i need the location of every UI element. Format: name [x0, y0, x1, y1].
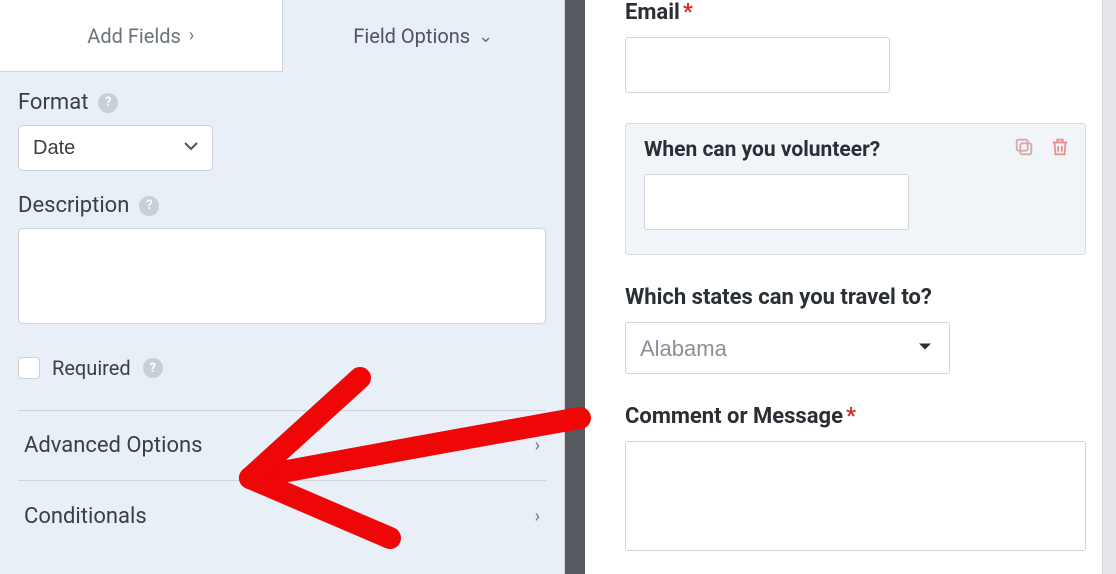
tab-add-fields-label: Add Fields	[87, 24, 181, 48]
email-input[interactable]	[625, 37, 890, 93]
help-icon[interactable]: ?	[98, 93, 118, 113]
description-row: Description ?	[18, 193, 546, 328]
accordion-conditionals[interactable]: Conditionals ›	[18, 481, 546, 551]
accordion-conditionals-label: Conditionals	[24, 504, 147, 529]
preview-email[interactable]: Email*	[625, 0, 1086, 93]
panel-divider	[565, 0, 585, 574]
format-row: Format ? Date	[18, 90, 546, 171]
description-textarea[interactable]	[18, 228, 546, 324]
duplicate-icon[interactable]	[1013, 136, 1035, 158]
states-label: Which states can you travel to?	[625, 285, 1086, 310]
preview-states[interactable]: Which states can you travel to? Alabama	[625, 285, 1086, 374]
tabs: Add Fields › Field Options ⌄	[0, 0, 564, 72]
left-panel: Add Fields › Field Options ⌄ Format ? Da…	[0, 0, 565, 574]
email-label: Email*	[625, 0, 1086, 25]
states-select[interactable]: Alabama	[625, 322, 950, 374]
format-select[interactable]: Date	[18, 125, 213, 171]
accordion-advanced-label: Advanced Options	[24, 433, 203, 458]
preview-volunteer-selected[interactable]: When can you volunteer?	[625, 123, 1086, 255]
required-star-icon: *	[683, 0, 693, 25]
tab-field-options[interactable]: Field Options ⌄	[283, 0, 565, 72]
chevron-right-icon: ›	[535, 435, 540, 456]
comment-textarea[interactable]	[625, 441, 1086, 551]
tab-field-options-label: Field Options	[353, 24, 470, 48]
help-icon[interactable]: ?	[143, 358, 163, 378]
preview-comment[interactable]: Comment or Message*	[625, 404, 1086, 555]
chevron-right-icon: ›	[189, 25, 194, 46]
accordion-advanced-options[interactable]: Advanced Options ›	[18, 411, 546, 481]
required-star-icon: *	[846, 404, 856, 429]
preview-panel: Email* When can you volunteer? Which sta…	[585, 0, 1116, 574]
tab-add-fields[interactable]: Add Fields ›	[0, 0, 283, 72]
chevron-right-icon: ›	[535, 506, 540, 527]
panel-body: Format ? Date Description ?	[0, 72, 564, 551]
comment-label: Comment or Message*	[625, 404, 1086, 429]
required-row: Required ?	[18, 356, 546, 380]
help-icon[interactable]: ?	[139, 196, 159, 216]
chevron-down-icon: ⌄	[478, 26, 493, 47]
scrollbar[interactable]	[1102, 0, 1116, 574]
required-label: Required	[52, 356, 131, 380]
required-checkbox[interactable]	[18, 357, 40, 379]
volunteer-input[interactable]	[644, 174, 909, 230]
description-label: Description	[18, 193, 129, 218]
volunteer-label: When can you volunteer?	[644, 138, 1067, 162]
accordion: Advanced Options › Conditionals ›	[18, 410, 546, 551]
trash-icon[interactable]	[1049, 136, 1071, 158]
format-label: Format	[18, 90, 88, 115]
